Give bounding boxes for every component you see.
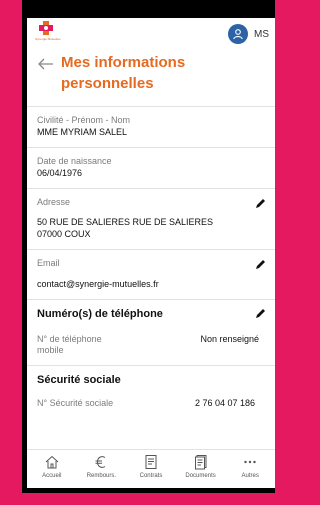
- user-icon: [233, 29, 243, 40]
- phone-section: Numéro(s) de téléphone N° de téléphone m…: [27, 299, 275, 365]
- user-initials: MS: [254, 28, 269, 40]
- nav-label: Rembours.: [86, 473, 117, 479]
- page-title: Mes informations personnelles: [61, 54, 186, 92]
- home-icon: [45, 455, 59, 469]
- more-icon: [244, 460, 256, 464]
- logo-icon: [39, 21, 53, 35]
- nav-label: Contrats: [139, 473, 163, 479]
- identity-section: Civilité - Prénom - Nom MME MYRIAM SALEL: [27, 106, 275, 147]
- address-value: 50 RUE DE SALIERES RUE DE SALIERES 07000…: [37, 216, 237, 240]
- app-screen: Synergie Mutuelles MS Mes informations p…: [27, 18, 275, 488]
- social-security-row: N° Sécurité sociale 2 76 04 07 186: [37, 398, 265, 409]
- euro-icon: [95, 456, 106, 468]
- birthdate-section: Date de naissance 06/04/1976: [27, 147, 275, 188]
- birthdate-label: Date de naissance: [37, 156, 112, 166]
- email-value: contact@synergie-mutuelles.fr: [37, 279, 159, 289]
- logo: Synergie Mutuelles: [35, 18, 61, 48]
- bottom-nav: Accueil Rembours. Contrats Documents Aut…: [27, 449, 275, 488]
- nav-accueil[interactable]: Accueil: [27, 450, 77, 488]
- back-arrow-icon[interactable]: [37, 55, 55, 73]
- phone-row: N° de téléphone mobile Non renseigné: [37, 334, 265, 356]
- nav-label: Accueil: [42, 473, 62, 479]
- identity-value: MME MYRIAM SALEL: [37, 127, 128, 137]
- nav-label: Autres: [241, 473, 259, 479]
- social-security-heading: Sécurité sociale: [37, 374, 121, 386]
- nav-label: Documents: [185, 473, 216, 479]
- social-security-section: Sécurité sociale N° Sécurité sociale 2 7…: [27, 365, 275, 418]
- edit-phone-pencil-icon[interactable]: [253, 307, 267, 321]
- social-security-value: 2 76 04 07 186: [194, 398, 255, 408]
- nav-remboursements[interactable]: Rembours.: [77, 450, 127, 488]
- nav-autres[interactable]: Autres: [225, 450, 275, 488]
- logo-text: Synergie Mutuelles: [35, 37, 61, 41]
- nav-contrats[interactable]: Contrats: [126, 450, 176, 488]
- avatar: [228, 24, 248, 44]
- nav-documents[interactable]: Documents: [176, 450, 226, 488]
- edit-address-pencil-icon[interactable]: [253, 197, 267, 211]
- top-bar: Synergie Mutuelles MS: [27, 18, 275, 48]
- address-section: Adresse 50 RUE DE SALIERES RUE DE SALIER…: [27, 188, 275, 249]
- documents-icon: [194, 455, 207, 470]
- title-bar: Mes informations personnelles: [27, 48, 275, 94]
- email-section: Email contact@synergie-mutuelles.fr: [27, 249, 275, 299]
- phone-label: N° de téléphone mobile: [37, 334, 102, 355]
- phone-heading: Numéro(s) de téléphone: [37, 308, 163, 320]
- phone-value: Non renseigné: [200, 334, 259, 344]
- email-label: Email: [37, 258, 60, 268]
- address-label: Adresse: [37, 197, 71, 207]
- edit-email-pencil-icon[interactable]: [253, 258, 267, 272]
- address-line2: 07000 COUX: [37, 229, 91, 239]
- birthdate-value: 06/04/1976: [37, 168, 83, 178]
- profile-button[interactable]: MS: [228, 24, 269, 44]
- social-security-label: N° Sécurité sociale: [37, 398, 114, 408]
- identity-label: Civilité - Prénom - Nom: [37, 115, 131, 125]
- address-line1: 50 RUE DE SALIERES RUE DE SALIERES: [37, 217, 214, 227]
- contract-icon: [145, 455, 157, 469]
